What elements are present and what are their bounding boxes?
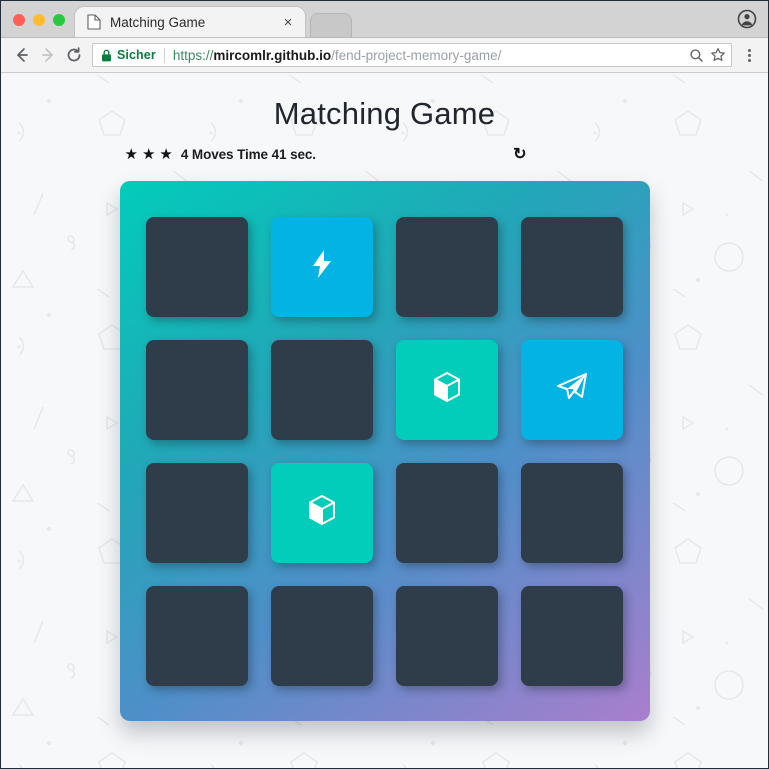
close-window-button[interactable]: [13, 14, 25, 26]
memory-card[interactable]: [396, 462, 498, 563]
minimize-window-button[interactable]: [33, 14, 45, 26]
paper-plane-icon: [556, 372, 588, 407]
memory-card[interactable]: [146, 462, 248, 563]
lock-icon: [101, 49, 112, 62]
url-scheme: https://: [172, 47, 214, 63]
back-button[interactable]: [9, 42, 35, 68]
star-icon: ★: [124, 145, 138, 163]
window-traffic-lights: [1, 14, 75, 37]
menu-dot: [747, 48, 751, 52]
memory-card[interactable]: [146, 585, 248, 686]
star-icon: ★: [159, 145, 173, 163]
restart-button[interactable]: ↻: [513, 144, 526, 164]
search-icon[interactable]: [689, 48, 704, 63]
star-icon[interactable]: [710, 47, 726, 63]
memory-card[interactable]: [271, 216, 373, 317]
zoom-window-button[interactable]: [53, 14, 65, 26]
omnibox-divider: [163, 47, 165, 63]
browser-toolbar: Sicher https://mircomlr.github.io/fend-p…: [1, 38, 768, 73]
menu-dot: [747, 53, 751, 57]
memory-card[interactable]: [396, 216, 498, 317]
bolt-icon: [311, 250, 333, 283]
menu-dot: [747, 58, 751, 62]
url-path: /fend-project-memory-game/: [331, 47, 502, 63]
memory-card[interactable]: [271, 585, 373, 686]
reload-button[interactable]: [61, 42, 87, 68]
forward-button[interactable]: [35, 42, 61, 68]
game-board: [119, 181, 650, 721]
page-icon: [87, 14, 101, 30]
account-avatar-icon[interactable]: [736, 8, 758, 30]
memory-card[interactable]: [271, 339, 373, 440]
three-dot-menu-icon[interactable]: [738, 48, 760, 62]
browser-window: Matching Game × Sicher https://mircomlr.…: [0, 0, 769, 769]
tab-title: Matching Game: [110, 14, 206, 30]
close-icon[interactable]: ×: [279, 13, 297, 31]
page-title: Matching Game: [273, 96, 496, 131]
address-bar[interactable]: Sicher https://mircomlr.github.io/fend-p…: [92, 43, 732, 67]
cube-icon: [433, 372, 461, 407]
memory-card[interactable]: [396, 585, 498, 686]
memory-card[interactable]: [521, 339, 623, 440]
url-text: https://mircomlr.github.io/fend-project-…: [173, 48, 683, 63]
memory-card[interactable]: [271, 462, 373, 563]
score-panel: ★ ★ ★ 4 Moves Time 41 sec. ↻: [119, 144, 651, 164]
page-content: Matching Game ★ ★ ★ 4 Moves Time 41 sec.…: [1, 75, 768, 768]
memory-card[interactable]: [146, 339, 248, 440]
memory-card[interactable]: [521, 585, 623, 686]
cube-icon: [308, 495, 336, 530]
memory-card[interactable]: [521, 462, 623, 563]
tab-matching-game[interactable]: Matching Game ×: [75, 7, 305, 37]
memory-card[interactable]: [521, 216, 623, 317]
star-icon: ★: [141, 145, 156, 163]
url-host: mircomlr.github.io: [213, 47, 332, 63]
security-status-label: Sicher: [117, 48, 156, 62]
memory-card[interactable]: [396, 339, 498, 440]
memory-card[interactable]: [146, 216, 248, 317]
tab-strip: Matching Game ×: [1, 1, 768, 38]
new-tab-placeholder[interactable]: [310, 13, 352, 37]
moves-and-timer-label: 4 Moves Time 41 sec.: [180, 146, 316, 162]
star-rating: ★ ★ ★: [125, 147, 173, 162]
